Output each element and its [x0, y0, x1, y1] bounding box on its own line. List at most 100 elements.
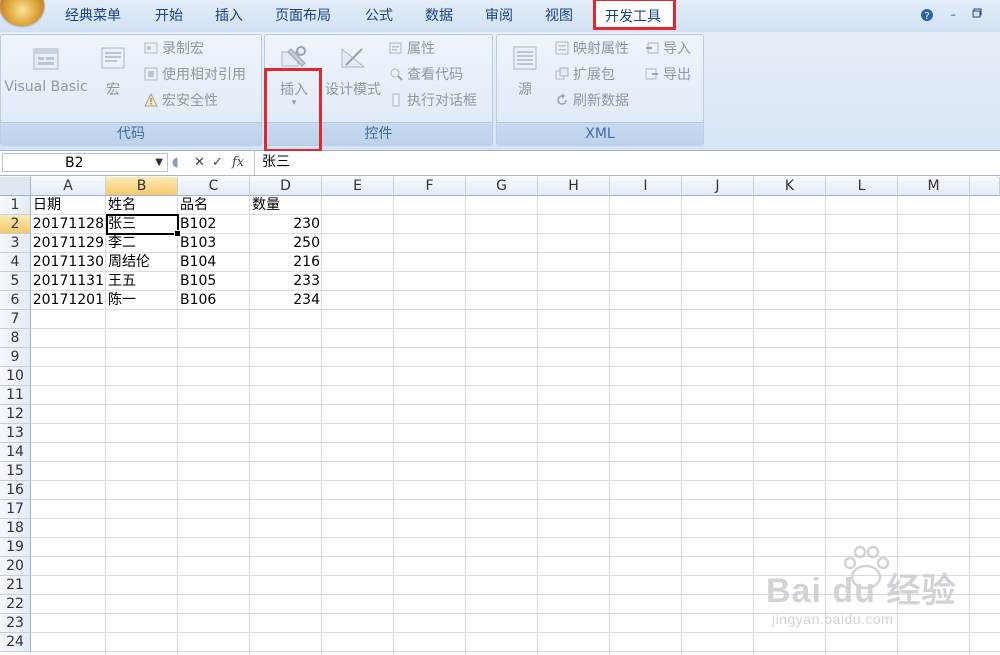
cell-a1[interactable]: 日期 [33, 196, 106, 215]
cell-c3[interactable]: B103 [180, 234, 250, 253]
tab-insert[interactable]: 插入 [215, 6, 243, 26]
column-header-k[interactable]: K [754, 177, 826, 196]
select-all-corner[interactable] [0, 177, 31, 196]
row-header-7[interactable]: 7 [0, 310, 31, 329]
tab-data[interactable]: 数据 [425, 6, 453, 26]
cell-a6[interactable]: 20171201 [31, 291, 104, 310]
cell-b3[interactable]: 李二 [108, 234, 178, 253]
cell-d2[interactable]: 230 [250, 215, 320, 234]
row-header-22[interactable]: 22 [0, 595, 31, 614]
cell-b4[interactable]: 周结伦 [108, 253, 178, 272]
row-header-14[interactable]: 14 [0, 443, 31, 462]
cell-a3[interactable]: 20171129 [31, 234, 104, 253]
column-header-j[interactable]: J [682, 177, 754, 196]
cell-d3[interactable]: 250 [250, 234, 320, 253]
cancel-icon[interactable]: ✕ [194, 153, 205, 172]
view-code-label: 查看代码 [407, 67, 463, 83]
cell-b6[interactable]: 陈一 [108, 291, 178, 310]
cell-c4[interactable]: B104 [180, 253, 250, 272]
cell-b1[interactable]: 姓名 [108, 196, 178, 215]
tab-home[interactable]: 开始 [155, 6, 183, 26]
column-header-i[interactable]: I [610, 177, 682, 196]
row-header-21[interactable]: 21 [0, 576, 31, 595]
help-icon[interactable]: ? [920, 8, 934, 22]
tab-view[interactable]: 视图 [545, 6, 573, 26]
run-dialog-button[interactable]: 执行对话框 [389, 91, 477, 111]
column-header-d[interactable]: D [250, 177, 322, 196]
row-header-10[interactable]: 10 [0, 367, 31, 386]
row-header-16[interactable]: 16 [0, 481, 31, 500]
cell-a4[interactable]: 20171130 [31, 253, 104, 272]
cell-c2[interactable]: B102 [180, 215, 250, 234]
cell-c5[interactable]: B105 [180, 272, 250, 291]
properties-label: 属性 [407, 41, 435, 57]
office-button[interactable] [0, 0, 44, 26]
row-header-19[interactable]: 19 [0, 538, 31, 557]
column-header-f[interactable]: F [394, 177, 466, 196]
row-header-24[interactable]: 24 [0, 633, 31, 652]
map-properties-button[interactable]: 映射属性 [555, 39, 629, 59]
row-header-23[interactable]: 23 [0, 614, 31, 633]
cell-c1[interactable]: 品名 [180, 196, 250, 215]
cell-d1[interactable]: 数量 [252, 196, 322, 215]
column-header-m[interactable]: M [898, 177, 970, 196]
row-header-20[interactable]: 20 [0, 557, 31, 576]
macros-button[interactable]: 宏 [95, 43, 131, 99]
expansion-packs-button[interactable]: 扩展包 [555, 65, 615, 85]
row-header-12[interactable]: 12 [0, 405, 31, 424]
tab-review[interactable]: 审阅 [485, 6, 513, 26]
cell-d5[interactable]: 233 [250, 272, 320, 291]
tab-developer[interactable]: 开发工具 [593, 0, 676, 30]
relative-reference-button[interactable]: 使用相对引用 [144, 65, 246, 85]
column-header-b[interactable]: B [106, 177, 178, 196]
insert-function-icon[interactable]: fx [232, 153, 244, 172]
cell-d6[interactable]: 234 [250, 291, 320, 310]
row-header-1[interactable]: 1 [0, 196, 31, 215]
visual-basic-button[interactable]: Visual Basic [3, 43, 89, 95]
cell-d4[interactable]: 216 [250, 253, 320, 272]
cell-a2[interactable]: 20171128 [31, 215, 104, 234]
tab-formulas[interactable]: 公式 [365, 6, 393, 26]
row-header-5[interactable]: 5 [0, 272, 31, 291]
formula-input[interactable]: 张三 [262, 153, 290, 172]
row-header-15[interactable]: 15 [0, 462, 31, 481]
column-header-e[interactable]: E [322, 177, 394, 196]
minimize-icon[interactable]: – [946, 8, 960, 22]
cell-a5[interactable]: 20171131 [31, 272, 104, 291]
record-macro-button[interactable]: 录制宏 [144, 39, 204, 59]
refresh-data-button[interactable]: 刷新数据 [555, 91, 629, 111]
column-header-a[interactable]: A [31, 177, 106, 196]
row-header-17[interactable]: 17 [0, 500, 31, 519]
row-header-3[interactable]: 3 [0, 234, 31, 253]
name-box[interactable]: B2 ▼ [2, 153, 168, 172]
column-header-h[interactable]: H [538, 177, 610, 196]
row-header-11[interactable]: 11 [0, 386, 31, 405]
row-header-6[interactable]: 6 [0, 291, 31, 310]
column-header-c[interactable]: C [178, 177, 250, 196]
column-header-g[interactable]: G [466, 177, 538, 196]
row-header-9[interactable]: 9 [0, 348, 31, 367]
column-header-partial[interactable] [970, 177, 1000, 196]
tab-page-layout[interactable]: 页面布局 [275, 6, 331, 26]
tab-classic-menu[interactable]: 经典菜单 [65, 6, 121, 26]
macro-security-button[interactable]: 宏安全性 [144, 91, 218, 111]
expand-handle-icon[interactable]: ◖ [172, 153, 179, 172]
design-mode-button[interactable]: 设计模式 [321, 43, 385, 99]
row-header-8[interactable]: 8 [0, 329, 31, 348]
view-code-button[interactable]: 查看代码 [389, 65, 463, 85]
export-icon [645, 68, 658, 80]
chevron-down-icon[interactable]: ▼ [155, 154, 163, 172]
row-header-13[interactable]: 13 [0, 424, 31, 443]
column-header-l[interactable]: L [826, 177, 898, 196]
import-button[interactable]: 导入 [645, 39, 691, 59]
xml-source-button[interactable]: 源 [503, 43, 547, 99]
row-header-2[interactable]: 2 [0, 215, 31, 234]
restore-icon[interactable] [970, 8, 984, 22]
enter-icon[interactable]: ✓ [212, 153, 223, 172]
export-button[interactable]: 导出 [645, 65, 691, 85]
row-header-18[interactable]: 18 [0, 519, 31, 538]
properties-button[interactable]: 属性 [389, 39, 435, 59]
cell-b5[interactable]: 王五 [108, 272, 178, 291]
cell-c6[interactable]: B106 [180, 291, 250, 310]
row-header-4[interactable]: 4 [0, 253, 31, 272]
